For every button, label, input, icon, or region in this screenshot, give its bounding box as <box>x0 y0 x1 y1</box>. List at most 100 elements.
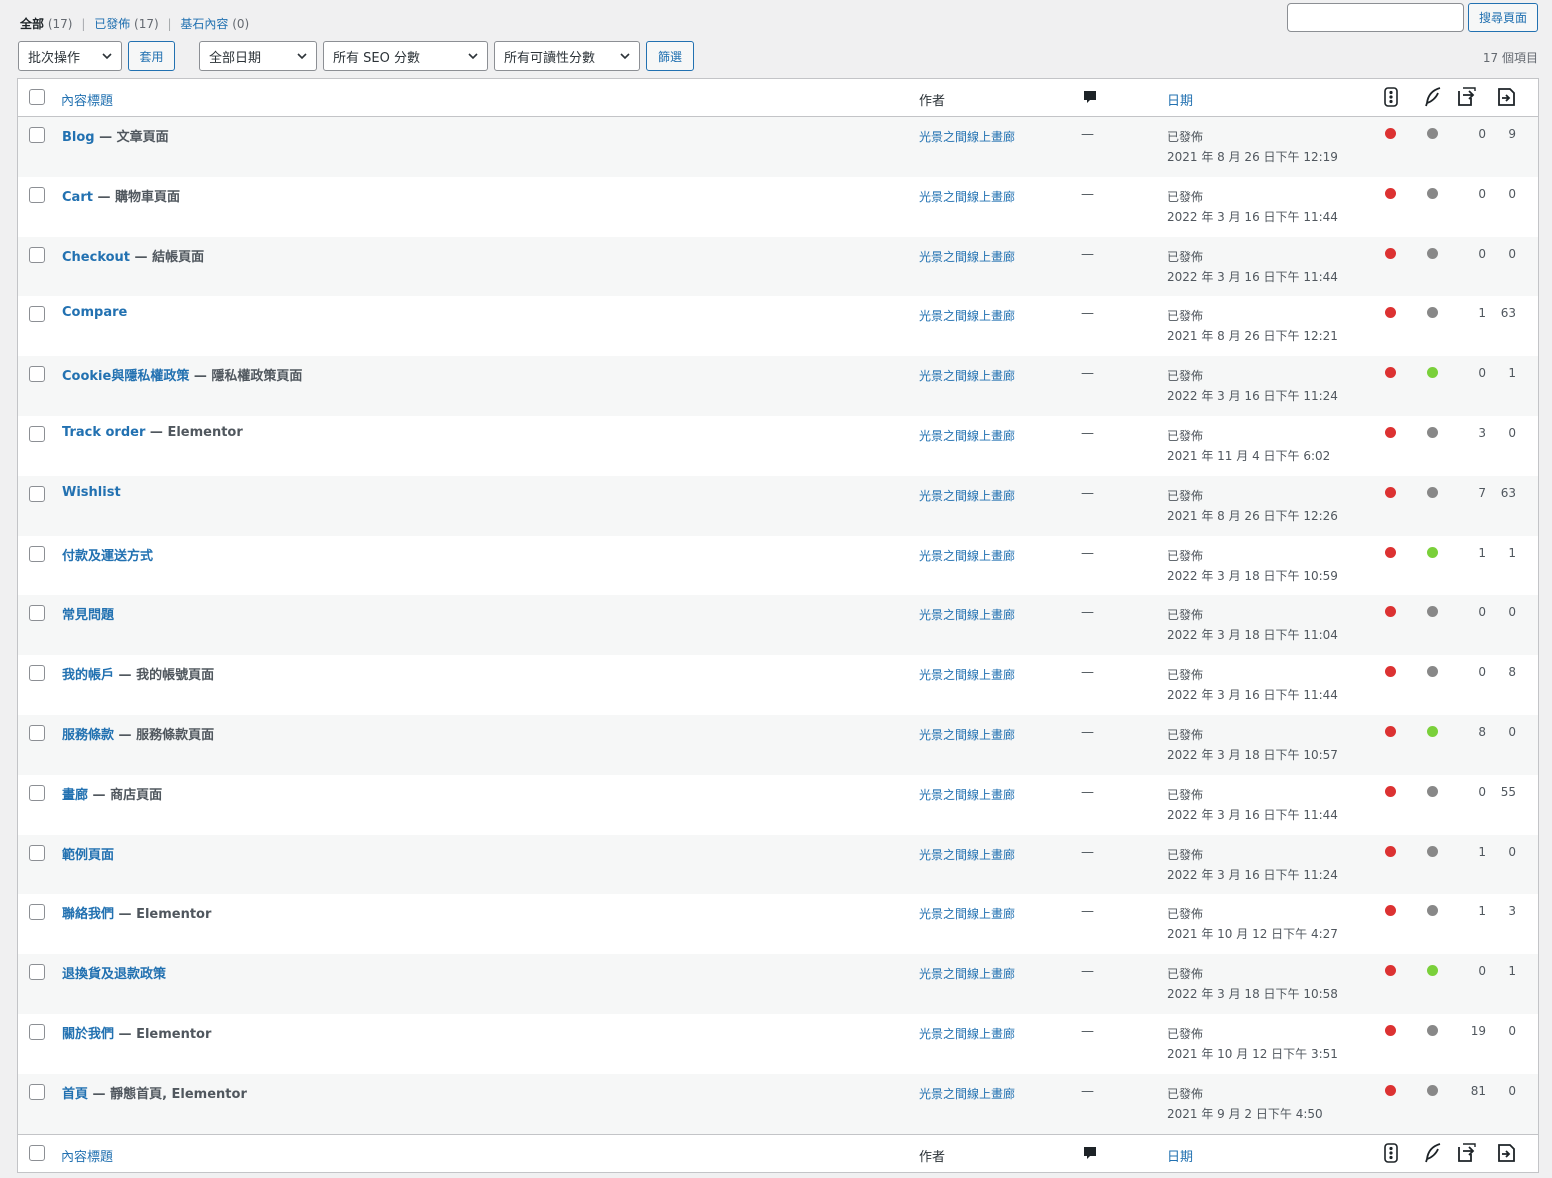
row-checkbox[interactable] <box>29 186 45 203</box>
row-title-link[interactable]: 服務條款 <box>62 728 114 743</box>
row-author-link[interactable]: 光景之間線上畫廊 <box>919 1085 1015 1102</box>
row-author-link[interactable]: 光景之間線上畫廊 <box>919 547 1015 564</box>
row-title-link[interactable]: Cart <box>62 190 93 205</box>
row-author-link[interactable]: 光景之間線上畫廊 <box>919 726 1015 743</box>
row-author-link[interactable]: 光景之間線上畫廊 <box>919 427 1015 444</box>
search-button[interactable]: 搜尋頁面 <box>1467 3 1538 32</box>
column-date-footer[interactable]: 日期 <box>1167 1146 1193 1165</box>
readability-score-dot <box>1427 965 1438 977</box>
row-checkbox[interactable] <box>29 665 45 682</box>
readability-score-icon[interactable] <box>1424 87 1442 111</box>
row-title-link[interactable]: 範例頁面 <box>62 848 114 863</box>
row-author-link[interactable]: 光景之間線上畫廊 <box>919 307 1015 324</box>
table-header: 內容標題 作者 日期 <box>18 79 1538 117</box>
row-status: 已發佈 <box>1167 668 1204 683</box>
bulk-action-select[interactable]: 批次操作 <box>18 41 122 71</box>
row-date-cell: 已發佈 2022 年 3 月 16 日下午 11:44 <box>1167 785 1338 825</box>
row-date-cell: 已發佈 2021 年 8 月 26 日下午 12:21 <box>1167 306 1338 346</box>
view-cornerstone-link[interactable]: 基石內容 <box>180 17 228 31</box>
row-title-link[interactable]: 關於我們 <box>62 1027 114 1042</box>
row-checkbox[interactable] <box>29 724 45 741</box>
row-checkbox[interactable] <box>29 784 45 801</box>
column-date-header[interactable]: 日期 <box>1167 90 1193 109</box>
row-title-link[interactable]: 退換貨及退款政策 <box>62 967 166 982</box>
row-checkbox[interactable] <box>29 1023 45 1040</box>
row-checkbox[interactable] <box>29 306 45 323</box>
row-title-link[interactable]: Blog <box>62 130 95 145</box>
row-incoming-links: 8 <box>1508 665 1516 680</box>
column-title-footer[interactable]: 內容標題 <box>61 1146 113 1165</box>
apply-button[interactable]: 套用 <box>128 41 175 71</box>
row-checkbox[interactable] <box>29 127 45 143</box>
row-status: 已發佈 <box>1167 967 1204 982</box>
row-title-link[interactable]: 我的帳戶 <box>62 668 114 683</box>
row-author-link[interactable]: 光景之間線上畫廊 <box>919 367 1015 384</box>
filter-button[interactable]: 篩選 <box>646 41 694 71</box>
row-author-link[interactable]: 光景之間線上畫廊 <box>919 786 1015 803</box>
outgoing-links-icon[interactable] <box>1455 87 1477 111</box>
row-checkbox[interactable] <box>29 246 45 263</box>
row-title-link[interactable]: 常見問題 <box>62 608 114 623</box>
row-checkbox[interactable] <box>29 485 45 502</box>
select-all-checkbox-footer[interactable] <box>29 1144 45 1161</box>
row-title-link[interactable]: 聯絡我們 <box>62 907 114 922</box>
row-author-link[interactable]: 光景之間線上畫廊 <box>919 248 1015 265</box>
row-title-link[interactable]: Wishlist <box>62 485 121 500</box>
incoming-links-icon[interactable] <box>1496 1143 1518 1167</box>
chevron-down-icon <box>468 53 478 60</box>
row-title-link[interactable]: 畫廊 <box>62 788 88 803</box>
row-checkbox[interactable] <box>29 366 45 383</box>
table-row: 關於我們 — Elementor 光景之間線上畫廊 — 已發佈 2021 年 10… <box>18 1014 1538 1074</box>
row-author-link[interactable]: 光景之間線上畫廊 <box>919 606 1015 623</box>
row-author-link[interactable]: 光景之間線上畫廊 <box>919 188 1015 205</box>
column-title-header[interactable]: 內容標題 <box>61 90 113 109</box>
row-title-link[interactable]: Checkout <box>62 250 130 265</box>
row-checkbox[interactable] <box>29 964 45 981</box>
readability-score-icon[interactable] <box>1424 1142 1442 1167</box>
row-checkbox[interactable] <box>29 844 45 861</box>
row-checkbox[interactable] <box>29 545 45 562</box>
row-comments: — <box>1081 724 1094 740</box>
row-title-cell: 付款及運送方式 <box>62 545 153 564</box>
row-title-link[interactable]: 首頁 <box>62 1087 88 1102</box>
row-checkbox[interactable] <box>29 425 45 442</box>
row-title-link[interactable]: 付款及運送方式 <box>62 549 153 564</box>
row-author-link[interactable]: 光景之間線上畫廊 <box>919 965 1015 982</box>
row-author-link[interactable]: 光景之間線上畫廊 <box>919 128 1015 145</box>
row-author-link[interactable]: 光景之間線上畫廊 <box>919 487 1015 504</box>
incoming-links-icon[interactable] <box>1496 87 1518 111</box>
row-author-link[interactable]: 光景之間線上畫廊 <box>919 846 1015 863</box>
row-checkbox[interactable] <box>29 904 45 921</box>
row-author-link[interactable]: 光景之間線上畫廊 <box>919 666 1015 683</box>
row-incoming-links: 55 <box>1500 784 1516 799</box>
search-box: 搜尋頁面 <box>1286 3 1538 32</box>
view-published-link[interactable]: 已發佈 <box>94 17 130 31</box>
seo-filter-select[interactable]: 所有 SEO 分數 <box>323 41 488 71</box>
seo-score-dot <box>1385 486 1396 498</box>
comment-icon[interactable] <box>1082 89 1098 109</box>
row-author-link[interactable]: 光景之間線上畫廊 <box>919 905 1015 922</box>
row-author-link[interactable]: 光景之間線上畫廊 <box>919 1025 1015 1042</box>
seo-score-icon[interactable] <box>1383 87 1399 111</box>
table-row: Wishlist 光景之間線上畫廊 — 已發佈 2021 年 8 月 26 日下午… <box>18 475 1538 536</box>
row-title-link[interactable]: Track order <box>62 425 145 440</box>
date-filter-select[interactable]: 全部日期 <box>199 41 317 71</box>
search-input[interactable] <box>1286 3 1464 32</box>
outgoing-links-icon[interactable] <box>1455 1142 1477 1167</box>
view-all-link[interactable]: 全部 <box>20 17 44 31</box>
seo-score-dot <box>1385 546 1396 558</box>
seo-score-icon[interactable] <box>1383 1142 1399 1167</box>
readability-score-dot <box>1427 905 1438 917</box>
bulk-action-label: 批次操作 <box>28 50 81 66</box>
select-all-checkbox[interactable] <box>29 89 45 105</box>
row-title-link[interactable]: Cookie與隱私權政策 <box>62 369 189 384</box>
row-title-cell: 關於我們 — Elementor <box>62 1023 211 1042</box>
readability-filter-select[interactable]: 所有可讀性分數 <box>494 41 640 71</box>
row-checkbox[interactable] <box>29 1083 45 1100</box>
comment-icon[interactable] <box>1082 1145 1098 1165</box>
row-checkbox[interactable] <box>29 605 45 622</box>
row-date: 2022 年 3 月 16 日下午 11:24 <box>1167 867 1338 882</box>
row-comments: — <box>1081 127 1094 142</box>
row-title-cell: 聯絡我們 — Elementor <box>62 903 211 922</box>
row-title-link[interactable]: Compare <box>62 305 127 320</box>
